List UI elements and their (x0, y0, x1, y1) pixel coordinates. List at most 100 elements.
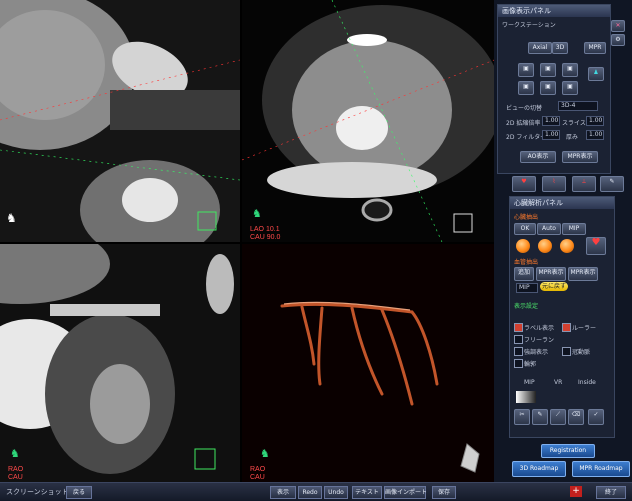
tab-ok[interactable]: OK (514, 223, 536, 235)
view-axial[interactable]: ♞ LAO 10.1 CAU 90.0 (242, 0, 494, 242)
section-vessel-extract: 血管抽出 (514, 259, 539, 266)
ruler-tool-icon[interactable]: ⟋ (550, 409, 566, 425)
ct-image-top-left (0, 0, 240, 242)
text-button[interactable]: テキスト (352, 486, 382, 499)
vr-rao-label: RAO (250, 466, 266, 473)
view-bottom-left[interactable]: ♞ RAO CAU (0, 244, 240, 482)
row-field-1b[interactable]: 1.00 (586, 116, 604, 126)
edit-tool-icon[interactable]: ✎ (600, 176, 624, 192)
bottom-left-rao-label: RAO (8, 466, 24, 473)
display-panel-title: 画像表示パネル (498, 5, 610, 17)
ct-image-bottom-left (0, 244, 240, 482)
view-top-left[interactable]: ♞ (0, 0, 240, 242)
mpr-display-button-1[interactable]: MPR表示 (536, 267, 566, 281)
redo-button[interactable]: Redo (298, 486, 322, 499)
mpr-view-button[interactable]: MPR表示 (562, 151, 598, 163)
eraser-tool-icon[interactable]: ⌫ (568, 409, 584, 425)
tab-3d[interactable]: 3D (552, 42, 568, 54)
save-button[interactable]: 保存 (432, 486, 456, 499)
vr-cau-label: CAU (250, 474, 265, 481)
view-vessel-3d[interactable]: ♞ RAO CAU (242, 244, 494, 482)
measure-tool-icon[interactable]: ⟂ (572, 176, 596, 192)
row-label-1b: スライス (562, 120, 586, 127)
registration-button[interactable]: Registration (541, 444, 595, 458)
image-import-button[interactable]: 画像インポート (384, 486, 427, 499)
figure-icon-bottom: ♞ (10, 448, 20, 460)
swatch-label-inside: Inside (578, 379, 596, 386)
view-preset-3-button[interactable]: ▣ (562, 63, 578, 77)
option-checkbox-0[interactable] (514, 323, 523, 332)
view-preset-4-button[interactable]: ▣ (518, 81, 534, 95)
cut-tool-icon[interactable]: ✂ (514, 409, 530, 425)
tab-axial[interactable]: Axial (528, 42, 552, 54)
swatch-label-mip: MIP (524, 379, 535, 386)
option-label-4: 冠動脈 (572, 349, 591, 356)
option-checkbox-5[interactable] (514, 359, 523, 368)
tab-auto[interactable]: Auto (537, 223, 561, 235)
close-icon[interactable]: ✕ (611, 20, 625, 32)
swatch-label-vr: VR (554, 379, 563, 386)
back-button[interactable]: 戻る (66, 486, 92, 499)
view-preset-6-button[interactable]: ▣ (562, 81, 578, 95)
mpr-roadmap-button[interactable]: MPR Roadmap (572, 461, 630, 477)
status-left-label: スクリーンショット (6, 488, 69, 496)
row-label-2b: 厚み (566, 134, 579, 141)
row-label-0: ビューの切替 (506, 105, 543, 112)
exit-button[interactable]: 終了 (596, 486, 626, 499)
row-field-2b[interactable]: 1.00 (586, 130, 604, 140)
figure-icon: ♞ (252, 208, 262, 220)
view-preset-2-button[interactable]: ▣ (540, 63, 556, 77)
section-display-settings: 表示設定 (514, 303, 539, 310)
extract-ball-1-icon[interactable] (516, 239, 530, 253)
option-label-5: 輪郭 (524, 361, 537, 368)
display-panel-subtitle: ワークステーション (502, 22, 556, 29)
option-label-3: 強調表示 (524, 349, 549, 356)
tool-icon-row: ♥ ⌇ ⟂ ✎ (500, 176, 628, 194)
option-label-2: フリーラン (524, 337, 555, 344)
tab-mip[interactable]: MIP (562, 223, 586, 235)
vessel-tool-icon[interactable]: ⌇ (542, 176, 566, 192)
side-icon-strip: ✕ ⚙ (611, 20, 627, 170)
extract-ball-2-icon[interactable] (538, 239, 552, 253)
extract-ball-3-icon[interactable] (560, 239, 574, 253)
vr-figure-icon: ♞ (260, 448, 270, 460)
tab-mpr[interactable]: MPR (584, 42, 606, 54)
option-checkbox-3[interactable] (514, 347, 523, 356)
cardiac-panel: 心臓解析パネル 心臓抽出 OK Auto MIP ♥ 血管抽出 追加 MPR表示… (509, 196, 615, 438)
view-preset-5-button[interactable]: ▣ (540, 81, 556, 95)
gear-icon[interactable]: ⚙ (611, 34, 625, 46)
option-label-1: ルーラー (572, 325, 597, 332)
ct-image-axial (242, 0, 494, 242)
status-bar: スクリーンショット 戻る 表示 Redo Undo テキスト 画像インポート 保… (0, 482, 632, 501)
option-checkbox-4[interactable] (562, 347, 571, 356)
option-label-0: ラベル表示 (524, 325, 555, 332)
ao-view-button[interactable]: AO表示 (520, 151, 556, 163)
mode-select[interactable]: MIP (516, 283, 538, 293)
row-field-2[interactable]: 1.00 (542, 130, 560, 140)
add-button[interactable]: 追加 (514, 267, 534, 281)
brush-tool-icon[interactable]: ✎ (532, 409, 548, 425)
check-tool-icon[interactable]: ✓ (588, 409, 604, 425)
undo-button[interactable]: Undo (324, 486, 348, 499)
section-heart-extract: 心臓抽出 (514, 214, 539, 221)
heart-preview-icon[interactable]: ♥ (586, 237, 606, 255)
row-label-1: 2D 拡縮倍率 (506, 120, 541, 127)
row-field-0[interactable]: 3D-4 (558, 101, 598, 111)
view-preset-1-button[interactable]: ▣ (518, 63, 534, 77)
option-checkbox-1[interactable] (562, 323, 571, 332)
mpr-display-button-2[interactable]: MPR表示 (568, 267, 598, 281)
axial-orient-label: LAO 10.1 (250, 226, 280, 233)
roadmap-3d-button[interactable]: 3D Roadmap (512, 461, 566, 477)
orientation-figure-icon: ♞ (6, 211, 17, 225)
heart-tool-icon[interactable]: ♥ (512, 176, 536, 192)
row-field-1[interactable]: 1.00 (542, 116, 560, 126)
undo-yellow-button[interactable]: 元に戻す (540, 282, 568, 291)
vessel-render (242, 244, 494, 482)
plus-icon[interactable]: + (570, 486, 582, 497)
display-button[interactable]: 表示 (270, 486, 296, 499)
option-checkbox-2[interactable] (514, 335, 523, 344)
bottom-left-cau-label: CAU (8, 474, 23, 481)
person-icon[interactable]: ♟ (588, 67, 604, 81)
display-panel: 画像表示パネル ワークステーション Axial 3D MPR ▣ ▣ ▣ ▣ ▣… (497, 4, 611, 174)
swatch-gradient[interactable] (516, 391, 536, 403)
